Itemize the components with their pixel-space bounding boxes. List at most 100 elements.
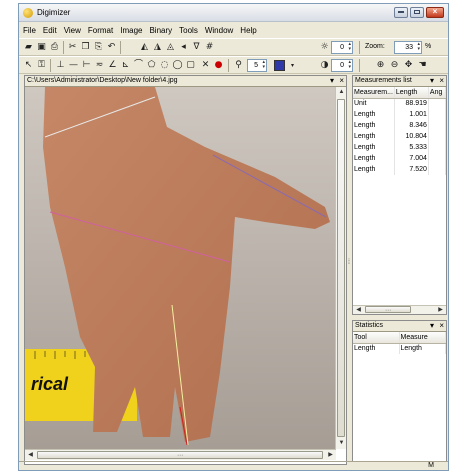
- image-horizontal-scrollbar[interactable]: ◀ ⋯ ▶: [25, 449, 336, 460]
- scroll-right-icon[interactable]: ▶: [325, 450, 336, 461]
- menu-edit[interactable]: Edit: [43, 26, 57, 35]
- arrow-tool-icon[interactable]: ◂: [178, 42, 189, 53]
- line-width-spinner[interactable]: 5: [247, 59, 267, 72]
- cut-icon[interactable]: ✂: [67, 42, 78, 53]
- menu-format[interactable]: Format: [88, 26, 113, 35]
- contrast-icon[interactable]: ◑: [319, 60, 330, 71]
- table-row[interactable]: Unit 88.919: [353, 98, 447, 109]
- row-value: 10.804: [394, 131, 429, 142]
- row-value: 1.001: [394, 109, 429, 120]
- zoom-in-icon[interactable]: ⊕: [375, 60, 386, 71]
- copy-icon[interactable]: ❐: [80, 42, 91, 53]
- scroll-left-icon[interactable]: ◀: [25, 450, 36, 461]
- move-icon[interactable]: ✥: [403, 60, 414, 71]
- table-row[interactable]: Length 5.333: [353, 142, 447, 153]
- scroll-left-icon[interactable]: ◀: [353, 305, 364, 316]
- tools-toolbar: ↖ ⚿ ⊥ — ⊢ ≂ ∠ ⊾ ⌒ ⬠ ◌ ◯ ▢ ✕ ● ⚲ 5 ▾ ◑ 0 …: [19, 56, 448, 74]
- image-vertical-scrollbar[interactable]: ▲ ▼: [335, 87, 346, 449]
- undo-icon[interactable]: ↶: [106, 42, 117, 53]
- delete-icon[interactable]: ✕: [200, 60, 211, 71]
- menu-image[interactable]: Image: [120, 26, 142, 35]
- column-header[interactable]: Ang: [428, 87, 447, 99]
- measurements-title-bar: Measurements list ▾ ×: [353, 76, 446, 87]
- perpendicular-tool-icon[interactable]: ⊾: [120, 60, 131, 71]
- magic-wand-icon[interactable]: ⚲: [233, 60, 244, 71]
- table-row[interactable]: Length Length: [353, 343, 446, 354]
- circle-tool-icon[interactable]: ◯: [172, 60, 183, 71]
- menu-view[interactable]: View: [64, 26, 81, 35]
- column-header[interactable]: Tool: [353, 332, 400, 344]
- menu-tools[interactable]: Tools: [179, 26, 198, 35]
- vertical-scroll-thumb[interactable]: [337, 99, 345, 437]
- scroll-right-icon[interactable]: ▶: [435, 305, 446, 316]
- status-bar: M: [19, 461, 448, 470]
- angle-measure-icon[interactable]: ∠: [107, 60, 118, 71]
- menu-window[interactable]: Window: [205, 26, 233, 35]
- curve-tool-icon[interactable]: ⌒: [133, 60, 144, 71]
- grid-tool-icon[interactable]: #: [204, 42, 215, 53]
- menu-binary[interactable]: Binary: [149, 26, 172, 35]
- measurements-horizontal-scrollbar[interactable]: ◀ ⋯ ▶: [353, 305, 446, 314]
- polyline-tool-icon[interactable]: ≂: [94, 60, 105, 71]
- rotate-tool-icon[interactable]: ∇: [191, 42, 202, 53]
- menu-help[interactable]: Help: [240, 26, 256, 35]
- row-name: Length: [353, 120, 395, 131]
- marker-tool-icon[interactable]: ⊥: [55, 60, 66, 71]
- table-row[interactable]: Length 7.004: [353, 153, 447, 164]
- line-tool-icon[interactable]: —: [68, 60, 79, 71]
- pin-icon[interactable]: ▾: [430, 321, 434, 331]
- scroll-down-icon[interactable]: ▼: [336, 438, 347, 449]
- save-icon[interactable]: ▣: [36, 42, 47, 53]
- table-row[interactable]: Length 7.520: [353, 164, 447, 175]
- length-tool-icon[interactable]: ⊢: [81, 60, 92, 71]
- close-button[interactable]: ×: [426, 7, 444, 18]
- image-canvas[interactable]: rical: [25, 87, 336, 449]
- column-header[interactable]: Length: [394, 87, 429, 99]
- angle-tool-icon[interactable]: ◭: [139, 42, 150, 53]
- lock-icon[interactable]: ⚿: [36, 60, 47, 71]
- row-value: 7.520: [394, 164, 429, 175]
- brightness-spinner[interactable]: 0: [331, 41, 353, 54]
- zoom-out-icon[interactable]: ⊖: [389, 60, 400, 71]
- print-icon[interactable]: ⎙: [49, 42, 60, 53]
- maximize-button[interactable]: [410, 7, 424, 18]
- rectangle-tool-icon[interactable]: ▢: [185, 60, 196, 71]
- table-row[interactable]: Length 8.346: [353, 120, 447, 131]
- polygon-tool-icon[interactable]: ⬠: [146, 60, 157, 71]
- column-header[interactable]: Measure: [399, 332, 446, 344]
- menu-file[interactable]: File: [23, 26, 36, 35]
- row-value: 5.333: [394, 142, 429, 153]
- title-bar[interactable]: Digimizer ×: [19, 4, 448, 22]
- horizontal-scroll-thumb[interactable]: ⋯: [37, 451, 323, 459]
- freehand-tool-icon[interactable]: ◌: [159, 60, 170, 71]
- brightness-icon[interactable]: ☼: [319, 42, 330, 53]
- color-dropdown-icon[interactable]: ▾: [287, 60, 298, 71]
- row-name: Length: [353, 142, 395, 153]
- statistics-title: Statistics: [355, 322, 384, 329]
- open-folder-icon[interactable]: ▰: [23, 42, 34, 53]
- triangle-tool-icon[interactable]: ◮: [152, 42, 163, 53]
- statistics-title-bar: Statistics ▾ ×: [353, 321, 446, 332]
- contrast-spinner[interactable]: 0: [331, 59, 353, 72]
- close-icon[interactable]: ×: [439, 76, 444, 86]
- panel-splitter[interactable]: ⁞: [348, 259, 350, 266]
- scroll-up-icon[interactable]: ▲: [336, 87, 347, 98]
- zoom-spinner[interactable]: 33: [394, 41, 422, 54]
- paste-icon[interactable]: ⎘: [93, 42, 104, 53]
- pin-icon[interactable]: ▾: [330, 76, 334, 86]
- column-header[interactable]: Measurem...: [353, 87, 395, 99]
- close-icon[interactable]: ×: [339, 76, 344, 86]
- record-icon[interactable]: ●: [213, 60, 224, 71]
- hand-icon[interactable]: ☚: [417, 60, 428, 71]
- close-icon[interactable]: ×: [439, 321, 444, 331]
- table-row[interactable]: Length 1.001: [353, 109, 447, 120]
- pointer-icon[interactable]: ↖: [23, 60, 34, 71]
- table-row[interactable]: Length 10.804: [353, 131, 447, 142]
- minimize-button[interactable]: [394, 7, 408, 18]
- toolbar-separator: [63, 41, 64, 54]
- row-name: Length: [353, 164, 395, 175]
- pin-icon[interactable]: ▾: [430, 76, 434, 86]
- line-color-swatch[interactable]: [274, 60, 285, 71]
- mirror-tool-icon[interactable]: ◬: [165, 42, 176, 53]
- horizontal-scroll-thumb[interactable]: ⋯: [365, 306, 411, 314]
